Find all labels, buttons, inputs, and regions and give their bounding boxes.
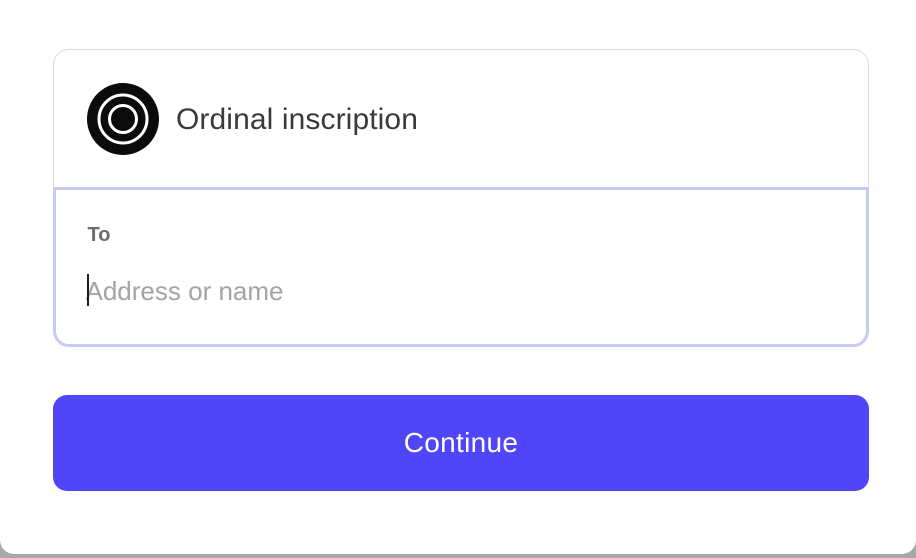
asset-name: Ordinal inscription xyxy=(176,103,419,136)
recipient-input[interactable] xyxy=(85,272,826,310)
continue-button[interactable]: Continue xyxy=(53,395,869,491)
recipient-field[interactable]: To xyxy=(52,187,869,347)
text-caret xyxy=(86,274,89,306)
asset-row: Ordinal inscription xyxy=(54,50,868,188)
send-form-card: Ordinal inscription To xyxy=(52,49,869,347)
recipient-label: To xyxy=(87,224,111,246)
ordinal-icon xyxy=(87,83,159,155)
send-sheet: Ordinal inscription To Continue xyxy=(0,0,916,554)
